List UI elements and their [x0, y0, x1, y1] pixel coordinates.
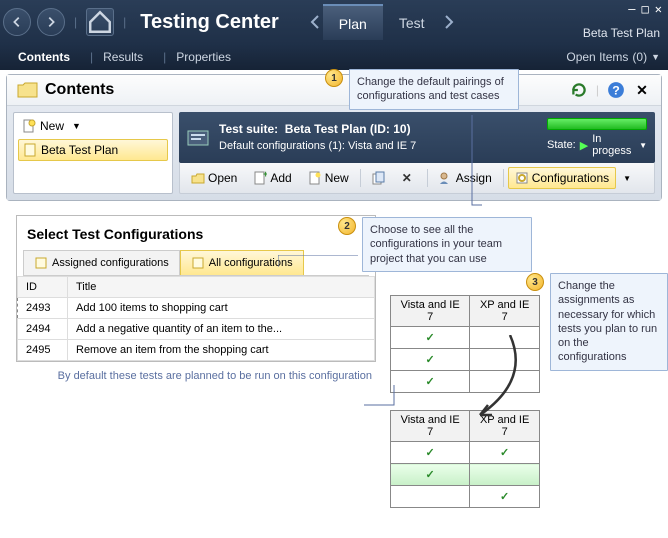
table-row[interactable]: 2495Remove an item from the shopping car…: [18, 340, 375, 361]
suite-subtitle: Default configurations (1): Vista and IE…: [219, 140, 416, 152]
contents-header: Contents: [45, 81, 114, 99]
table-row[interactable]: 2493Add 100 items to shopping cart: [18, 298, 375, 319]
grid-cell[interactable]: ✓: [391, 327, 470, 349]
suite-title-name: Beta Test Plan (ID: 10): [285, 122, 411, 136]
suite-title-prefix: Test suite:: [219, 122, 278, 136]
new-label: New: [40, 119, 64, 133]
tree-item-plan[interactable]: Beta Test Plan: [18, 139, 168, 161]
app-title: Testing Center: [140, 11, 279, 34]
callout-3-text: Change the assignments as necessary for …: [550, 273, 668, 371]
toolbar: Open +Add New ✕ Assign Configurations ▼: [179, 163, 655, 194]
tabs-next-button[interactable]: [441, 7, 457, 37]
callout-3: 3 Change the assignments as necessary fo…: [526, 273, 668, 371]
grid-col-vista: Vista and IE 7: [391, 296, 470, 327]
grid-cell[interactable]: [470, 464, 540, 486]
col-title[interactable]: Title: [68, 277, 375, 298]
panel-close-button[interactable]: ✕: [633, 81, 651, 99]
plan-icon: [23, 143, 37, 157]
subtab-properties[interactable]: Properties: [166, 46, 241, 68]
grid-cell[interactable]: ✓: [470, 486, 540, 508]
configurations-button[interactable]: Configurations: [508, 167, 616, 189]
open-items-label[interactable]: Open Items: [566, 50, 628, 64]
open-items-count: (0): [632, 50, 647, 64]
app-bar: | | Testing Center Plan Test — □ ✕ Beta …: [0, 0, 668, 44]
forward-button[interactable]: [37, 8, 65, 36]
tab-test[interactable]: Test: [383, 5, 441, 39]
svg-text:?: ?: [612, 84, 620, 98]
contents-panel: Contents | ? ✕ New ▼ Beta Test Plan Tes: [6, 74, 662, 201]
assign-button[interactable]: Assign: [432, 167, 499, 189]
config-grid-before: Vista and IE 7XP and IE 7 ✓ ✓ ✓: [390, 295, 540, 393]
grid-col-vista: Vista and IE 7: [391, 411, 470, 442]
suite-icon: [187, 128, 211, 148]
back-button[interactable]: [3, 8, 31, 36]
footnote: By default these tests are planned to be…: [32, 370, 372, 382]
new-icon: [22, 119, 36, 133]
copy-button[interactable]: [365, 167, 393, 189]
badge-3: 3: [526, 273, 544, 291]
subtab-results[interactable]: Results: [93, 46, 153, 68]
grid-cell[interactable]: ✓: [470, 442, 540, 464]
suite-header: Test suite: Beta Test Plan (ID: 10) Defa…: [179, 112, 655, 163]
delete-button[interactable]: ✕: [395, 167, 423, 189]
state-value[interactable]: In progess: [592, 133, 635, 157]
config-panel: Select Test Configurations Assigned conf…: [16, 215, 376, 362]
config-table: ID Title 2493Add 100 items to shopping c…: [17, 276, 375, 361]
callout-1-text: Change the default pairings of configura…: [349, 69, 519, 110]
all-icon: [191, 256, 205, 270]
refresh-button[interactable]: [570, 81, 588, 99]
grid-cell[interactable]: ✓: [391, 371, 470, 393]
tab-assigned-configs[interactable]: Assigned configurations: [23, 250, 180, 275]
grid-col-xp: XP and IE 7: [470, 411, 540, 442]
help-button[interactable]: ?: [607, 81, 625, 99]
table-row[interactable]: 2494Add a negative quantity of an item t…: [18, 319, 375, 340]
callout-2: 2 Choose to see all the configurations i…: [338, 217, 532, 272]
play-icon: ▶: [580, 139, 588, 152]
home-icon: [87, 9, 113, 35]
svg-text:+: +: [263, 171, 267, 179]
badge-1: 1: [325, 69, 343, 87]
open-items-dropdown[interactable]: ▼: [651, 52, 660, 62]
subtab-contents[interactable]: Contents: [8, 46, 80, 68]
new-button-tb[interactable]: New: [301, 167, 356, 189]
callout-1: 1 Change the default pairings of configu…: [325, 69, 519, 110]
grid-cell[interactable]: ✓: [391, 349, 470, 371]
tree-column: New ▼ Beta Test Plan: [13, 112, 173, 194]
tab-plan[interactable]: Plan: [323, 4, 383, 40]
progress-bar: [547, 118, 647, 130]
grid-cell[interactable]: [391, 486, 470, 508]
grid-cell[interactable]: [470, 371, 540, 393]
plan-name-label: Beta Test Plan: [583, 26, 660, 40]
tree-item-label: Beta Test Plan: [41, 143, 118, 157]
grid-cell[interactable]: ✓: [391, 442, 470, 464]
add-button[interactable]: +Add: [246, 167, 298, 189]
folder-icon: [17, 81, 39, 99]
maximize-button[interactable]: □: [642, 2, 649, 16]
callout-2-text: Choose to see all the configurations in …: [362, 217, 532, 272]
col-id[interactable]: ID: [18, 277, 68, 298]
badge-2: 2: [338, 217, 356, 235]
config-grid-after: Vista and IE 7XP and IE 7 ✓✓ ✓ ✓: [390, 410, 540, 508]
assigned-icon: [34, 256, 48, 270]
grid-cell[interactable]: ✓: [391, 464, 470, 486]
config-panel-title: Select Test Configurations: [17, 216, 375, 250]
close-button[interactable]: ✕: [655, 2, 662, 16]
tab-all-configs[interactable]: All configurations: [180, 250, 304, 275]
tabs-prev-button[interactable]: [307, 7, 323, 37]
minimize-button[interactable]: —: [628, 2, 635, 16]
configurations-dropdown[interactable]: ▼: [618, 170, 636, 187]
state-label: State:: [547, 139, 576, 151]
home-button[interactable]: [86, 8, 114, 36]
open-button[interactable]: Open: [184, 167, 244, 189]
new-dropdown[interactable]: New ▼: [18, 117, 168, 135]
sub-tab-bar: Contents | Results | Properties Open Ite…: [0, 44, 668, 70]
